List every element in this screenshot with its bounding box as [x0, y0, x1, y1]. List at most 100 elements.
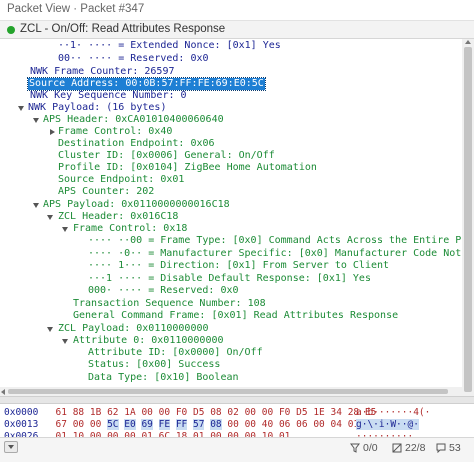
- tree-node-direction[interactable]: ···· 1··· = Direction: [0x1] From Server…: [88, 260, 389, 272]
- hex-byte-selected[interactable]: FE: [158, 419, 171, 430]
- hex-ascii: g·\·i·W··@·: [356, 419, 419, 431]
- tree-node-source-endpoint[interactable]: Source Endpoint: 0x01: [58, 174, 184, 186]
- tree-vertical-scrollbar[interactable]: [462, 39, 474, 396]
- status-messages-value: 53: [449, 442, 461, 454]
- collapse-arrow-icon[interactable]: [50, 129, 55, 135]
- tree-node-zcl-header[interactable]: ZCL Header: 0x016C18: [58, 211, 178, 223]
- hex-byte[interactable]: 04: [331, 419, 342, 430]
- hex-byte[interactable]: 67: [56, 419, 67, 430]
- tree-node-general-command-frame[interactable]: General Command Frame: [0x01] Read Attri…: [73, 310, 398, 322]
- hex-byte[interactable]: 1E: [313, 407, 324, 418]
- tree-node-zcl-payload[interactable]: ZCL Payload: 0x0110000000: [58, 323, 209, 335]
- tree-node-frame-type[interactable]: ···· ··00 = Frame Type: [0x0] Command Ac…: [88, 235, 462, 247]
- window-titlebar: Packet View · Packet #347: [0, 0, 474, 20]
- tree-node-destination-endpoint[interactable]: Destination Endpoint: 0x06: [58, 138, 215, 150]
- hex-ascii-text[interactable]: g·\·i·W··@·: [356, 419, 419, 430]
- tree-node-nwk-frame-counter[interactable]: NWK Frame Counter: 26597: [30, 66, 175, 78]
- status-dot-icon: [7, 26, 15, 34]
- hex-byte[interactable]: F0: [176, 407, 187, 418]
- tree-node-profile-id[interactable]: Profile ID: [0x0104] ZigBee Home Automat…: [58, 162, 317, 174]
- hex-byte-selected[interactable]: 5C: [107, 419, 119, 430]
- hex-byte[interactable]: 62: [107, 407, 118, 418]
- filter-icon: [350, 443, 360, 453]
- tree-node-nwk-payload[interactable]: NWK Payload: (16 bytes): [28, 102, 166, 114]
- timing-icon: [392, 443, 402, 453]
- scroll-left-arrow-icon[interactable]: [1, 389, 5, 395]
- panel-menu-button[interactable]: [4, 441, 18, 453]
- hex-dump-pane[interactable]: 0x0000 61 88 1B 62 1A 00 00 F0 D5 08 02 …: [0, 404, 474, 437]
- hex-byte[interactable]: 00: [90, 419, 101, 430]
- hex-byte[interactable]: 34: [331, 407, 342, 418]
- hex-byte-selected[interactable]: FF: [175, 419, 188, 430]
- packet-summary-bar[interactable]: ZCL - On/Off: Read Attributes Response: [0, 20, 474, 39]
- expand-arrow-icon[interactable]: [62, 339, 68, 344]
- hex-byte[interactable]: F0: [279, 407, 290, 418]
- status-timing[interactable]: 22/8: [392, 441, 425, 455]
- hex-byte-selected[interactable]: 08: [210, 419, 222, 430]
- hex-ascii-text[interactable]: a·b·······4(·: [356, 407, 430, 418]
- hex-byte[interactable]: 00: [245, 407, 256, 418]
- tree-scroll-thumb[interactable]: [464, 47, 472, 392]
- hex-byte[interactable]: 02: [227, 407, 238, 418]
- tree-node-data-type[interactable]: Data Type: [0x10] Boolean: [88, 372, 239, 384]
- status-bar: 0/0 22/8 53: [0, 437, 474, 462]
- hex-byte[interactable]: 00: [262, 407, 273, 418]
- packet-detail-tree[interactable]: ··1· ···· = Extended Nonce: [0x1] Yes 00…: [0, 39, 462, 396]
- tree-node-extended-nonce[interactable]: ··1· ···· = Extended Nonce: [0x1] Yes: [58, 40, 281, 52]
- hex-offset: 0x0000: [4, 407, 39, 418]
- hex-byte[interactable]: 40: [262, 419, 273, 430]
- hex-byte-selected[interactable]: 69: [141, 419, 153, 430]
- expand-arrow-icon[interactable]: [33, 203, 39, 208]
- hex-byte[interactable]: 08: [210, 407, 221, 418]
- packet-summary-label: ZCL - On/Off: Read Attributes Response: [20, 23, 226, 35]
- tree-node-cluster-id[interactable]: Cluster ID: [0x0006] General: On/Off: [58, 150, 275, 162]
- hex-byte[interactable]: 06: [279, 419, 290, 430]
- tree-horizontal-scrollbar[interactable]: [0, 387, 462, 396]
- scroll-up-arrow-icon[interactable]: [465, 40, 471, 44]
- tree-node-transaction-seq[interactable]: Transaction Sequence Number: 108: [73, 298, 266, 310]
- tree-node-reserved[interactable]: 00·· ···· = Reserved: 0x0: [58, 53, 209, 65]
- tree-node-attribute-0[interactable]: Attribute 0: 0x0110000000: [73, 335, 224, 347]
- hex-byte[interactable]: 88: [73, 407, 84, 418]
- hex-byte[interactable]: D5: [296, 407, 307, 418]
- tree-node-aps-header[interactable]: APS Header: 0xCA01010400060640: [43, 114, 224, 126]
- hex-byte[interactable]: 00: [313, 419, 324, 430]
- expand-arrow-icon[interactable]: [18, 106, 24, 111]
- tree-node-attribute-id[interactable]: Attribute ID: [0x0000] On/Off: [88, 347, 263, 359]
- hex-byte[interactable]: 00: [227, 419, 238, 430]
- chat-icon: [436, 443, 446, 454]
- status-filter-count[interactable]: 0/0: [350, 441, 378, 455]
- tree-node-nwk-key-seq[interactable]: NWK Key Sequence Number: 0: [30, 90, 187, 102]
- tree-node-status[interactable]: Status: [0x00] Success: [88, 359, 220, 371]
- hex-byte-selected[interactable]: E0: [124, 419, 136, 430]
- pane-splitter[interactable]: [0, 396, 474, 404]
- hex-byte[interactable]: 00: [245, 419, 256, 430]
- tree-node-aps-payload[interactable]: APS Payload: 0x0110000000016C18: [43, 199, 230, 211]
- expand-arrow-icon[interactable]: [33, 118, 39, 123]
- hex-byte[interactable]: 00: [141, 407, 152, 418]
- hex-row: 0x0000 61 88 1B 62 1A 00 00 F0 D5 08 02 …: [4, 407, 376, 419]
- expand-arrow-icon[interactable]: [62, 227, 68, 232]
- tree-node-source-address[interactable]: Source Address: 00:0B:57:FF:FE:69:E0:5C: [27, 77, 266, 91]
- tree-node-zcl-reserved[interactable]: 000· ···· = Reserved: 0x0: [88, 285, 239, 297]
- tree-node-aps-frame-control[interactable]: Frame Control: 0x40: [58, 126, 172, 138]
- hex-byte[interactable]: D5: [193, 407, 204, 418]
- hex-byte[interactable]: 06: [296, 419, 307, 430]
- tree-hscroll-thumb[interactable]: [8, 389, 448, 394]
- status-messages[interactable]: 53: [436, 441, 461, 455]
- expand-arrow-icon[interactable]: [47, 327, 53, 332]
- expand-arrow-icon[interactable]: [47, 215, 53, 220]
- tree-node-manufacturer-specific[interactable]: ···· ·0·· = Manufacturer Specific: [0x0]…: [88, 248, 462, 260]
- hex-byte[interactable]: 1A: [124, 407, 135, 418]
- hex-byte[interactable]: 1B: [90, 407, 101, 418]
- hex-byte-selected[interactable]: 57: [193, 419, 205, 430]
- hex-byte[interactable]: 00: [73, 419, 84, 430]
- tree-node-zcl-frame-control[interactable]: Frame Control: 0x18: [73, 223, 187, 235]
- tree-node-disable-default-response[interactable]: ···1 ···· = Disable Default Response: [0…: [88, 273, 371, 285]
- tree-node-aps-counter[interactable]: APS Counter: 202: [58, 186, 154, 198]
- hex-byte[interactable]: 61: [56, 407, 67, 418]
- hex-row: 0x0013 67 00 00 5C E0 69 FE FF 57 08 00 …: [4, 419, 376, 431]
- hex-ascii: a·b·······4(·: [356, 407, 430, 419]
- hex-byte[interactable]: 00: [159, 407, 170, 418]
- status-filter-value: 0/0: [363, 442, 378, 454]
